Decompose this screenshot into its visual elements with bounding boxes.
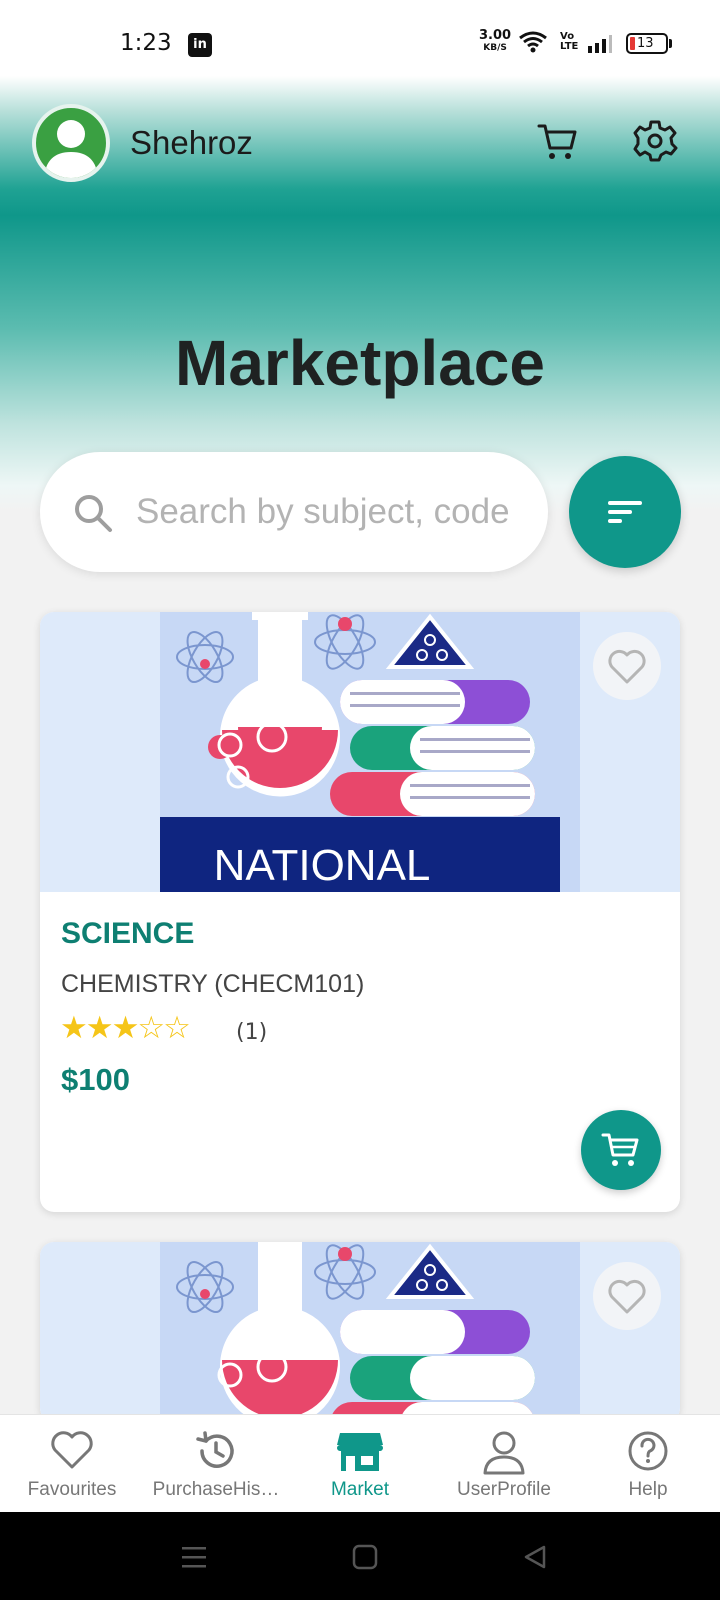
wifi-icon [519, 31, 547, 53]
nav-label: Help [628, 1479, 668, 1500]
chemistry-books-illustration: NATIONAL [160, 612, 580, 892]
battery-icon: 13 [626, 33, 668, 54]
nav-favourites[interactable]: Favourites [0, 1415, 144, 1513]
avatar[interactable] [32, 104, 110, 182]
heart-icon [51, 1431, 93, 1469]
favourite-button[interactable] [593, 1262, 661, 1330]
rating-count: (1) [236, 1020, 268, 1045]
store-icon [337, 1433, 383, 1471]
cart-icon [601, 1133, 639, 1166]
nav-label: Favourites [27, 1479, 117, 1500]
product-card[interactable] [40, 1242, 680, 1422]
home-icon[interactable] [352, 1544, 378, 1570]
search-bar[interactable] [40, 452, 548, 572]
product-price: $100 [61, 1062, 130, 1097]
battery-level: 13 [637, 36, 654, 51]
search-icon [75, 495, 112, 532]
nav-label: Market [330, 1479, 390, 1500]
recent-apps-icon[interactable] [180, 1544, 208, 1570]
sort-filter-button[interactable] [569, 456, 681, 568]
favourite-button[interactable] [593, 632, 661, 700]
nav-label: PurchaseHis… [152, 1479, 280, 1500]
sort-icon [608, 501, 642, 523]
bottom-navigation: Favourites PurchaseHis… Market UserProfi… [0, 1414, 720, 1512]
chemistry-books-illustration [160, 1242, 580, 1422]
volte-icon: Vo LTE [560, 31, 579, 52]
user-silhouette-icon [44, 120, 98, 178]
settings-gear-icon[interactable] [632, 118, 678, 164]
linkedin-icon: in [188, 33, 212, 57]
back-icon[interactable] [522, 1544, 548, 1570]
nav-purchase-history[interactable]: PurchaseHis… [144, 1415, 288, 1513]
history-icon [196, 1431, 234, 1468]
username: Shehroz [130, 124, 253, 161]
product-image: NATIONAL [40, 612, 680, 892]
system-navigation-bar [0, 1512, 720, 1600]
nav-market[interactable]: Market [288, 1415, 432, 1513]
rating-stars: ★★★☆☆ [60, 1010, 191, 1046]
add-to-cart-button[interactable] [581, 1110, 661, 1190]
page-title: Marketplace [175, 327, 545, 399]
help-icon [628, 1431, 668, 1471]
nav-label: UserProfile [457, 1479, 551, 1500]
heart-icon [608, 1279, 646, 1314]
cart-icon[interactable] [536, 120, 580, 164]
nav-user-profile[interactable]: UserProfile [432, 1415, 576, 1513]
network-speed: 3.00 KB/S [479, 28, 512, 53]
heart-icon [608, 649, 646, 684]
user-icon [483, 1431, 525, 1475]
product-card[interactable]: NATIONAL SCIENCE CHEMISTRY (CHECM101) ★★… [40, 612, 680, 1212]
product-image [40, 1242, 680, 1422]
banner-text: NATIONAL [214, 841, 431, 890]
status-bar: 1:23 in 3.00 KB/S Vo LTE 13 [0, 0, 720, 76]
search-input[interactable] [136, 486, 522, 538]
product-category: SCIENCE [61, 917, 195, 950]
nav-help[interactable]: Help [576, 1415, 720, 1513]
status-time: 1:23 [120, 30, 172, 56]
signal-icon [588, 35, 612, 53]
product-course: CHEMISTRY (CHECM101) [61, 970, 365, 998]
